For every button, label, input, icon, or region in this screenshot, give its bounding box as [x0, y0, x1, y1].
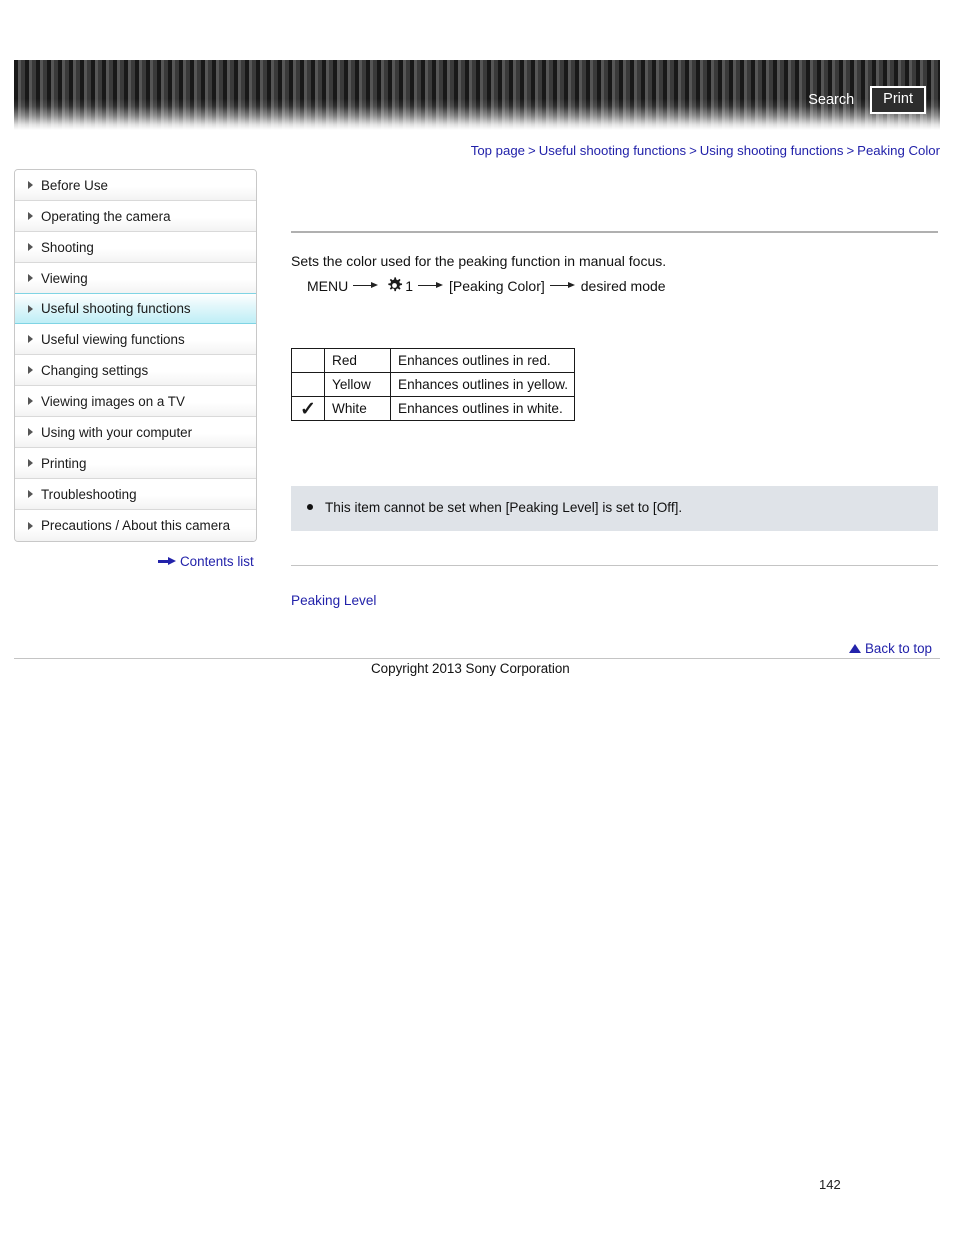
sidebar-item-useful-shooting-functions[interactable]: Useful shooting functions: [15, 293, 256, 324]
note-text: This item cannot be set when [Peaking Le…: [325, 500, 683, 515]
chevron-right-icon: [28, 335, 33, 343]
table-row: ✓ White Enhances outlines in white.: [291, 396, 576, 421]
header-stripe-pattern: [14, 60, 940, 130]
chevron-right-icon: [28, 521, 33, 530]
sidebar-item-shooting[interactable]: Shooting: [15, 232, 256, 263]
sidebar-navigation: Before Use Operating the camera Shooting…: [14, 169, 257, 542]
sidebar-item-label: Troubleshooting: [41, 486, 137, 502]
chevron-right-icon: [28, 243, 33, 251]
chevron-right-icon: [28, 490, 33, 498]
sidebar-item-label: Using with your computer: [41, 424, 193, 440]
option-description: Enhances outlines in red.: [389, 348, 576, 373]
option-name: Red: [324, 348, 391, 373]
chevron-right-icon: [28, 366, 33, 374]
search-link[interactable]: Search: [806, 91, 856, 110]
chevron-right-icon: [28, 459, 33, 467]
breadcrumb-separator: >: [689, 143, 697, 158]
related-link-peaking-level[interactable]: Peaking Level: [291, 593, 376, 608]
chevron-right-icon: [28, 274, 33, 282]
page-number: 142: [819, 1177, 841, 1192]
breadcrumb-separator: >: [846, 143, 855, 158]
intro-paragraph: Sets the color used for the peaking func…: [291, 253, 667, 269]
sidebar-item-label: Useful viewing functions: [41, 331, 185, 347]
content-divider-bottom: [291, 565, 938, 566]
menu-path: MENU 1 [Peaking Color] desired mode: [307, 277, 666, 294]
menu-result-label: desired mode: [580, 277, 666, 294]
sidebar-item-label: Shooting: [41, 239, 94, 255]
back-to-top-link[interactable]: Back to top: [849, 641, 932, 656]
option-name: White: [324, 396, 391, 421]
gear-icon: [388, 277, 403, 292]
copyright-text: Copyright 2013 Sony Corporation: [371, 661, 570, 676]
breadcrumb-item-peaking-color: Peaking Color: [857, 143, 940, 158]
right-arrow-icon: [549, 281, 576, 291]
chevron-right-icon: [28, 397, 33, 405]
chevron-right-icon: [28, 212, 33, 220]
note-box: This item cannot be set when [Peaking Le…: [291, 486, 938, 531]
header-actions: Search Print: [806, 86, 926, 114]
sidebar-item-precautions-about-this-camera[interactable]: Precautions / About this camera: [15, 510, 256, 541]
sidebar-item-operating-the-camera[interactable]: Operating the camera: [15, 201, 256, 232]
selection-cell: ✓: [291, 396, 325, 421]
sidebar-item-viewing[interactable]: Viewing: [15, 263, 256, 294]
menu-label: MENU: [307, 277, 349, 294]
right-arrow-icon: [158, 557, 176, 566]
menu-page-number: 1: [405, 277, 414, 294]
sidebar-item-useful-viewing-functions[interactable]: Useful viewing functions: [15, 324, 256, 355]
menu-setting-label: [Peaking Color]: [449, 277, 545, 294]
sidebar-item-printing[interactable]: Printing: [15, 448, 256, 479]
breadcrumb-separator: >: [528, 143, 536, 158]
footer-divider: [14, 658, 940, 659]
selection-cell: [291, 372, 325, 397]
sidebar-item-troubleshooting[interactable]: Troubleshooting: [15, 479, 256, 510]
sidebar-item-label: Viewing: [41, 270, 88, 286]
right-arrow-icon: [418, 281, 444, 291]
chevron-right-icon: [28, 304, 33, 313]
sidebar-item-before-use[interactable]: Before Use: [15, 170, 256, 201]
site-header-banner: Search Print: [14, 60, 940, 130]
chevron-right-icon: [28, 181, 33, 189]
option-description: Enhances outlines in white.: [389, 396, 576, 421]
sidebar-item-label: Viewing images on a TV: [41, 393, 185, 409]
breadcrumb-item-useful-shooting-functions[interactable]: Useful shooting functions: [539, 143, 686, 158]
option-name: Yellow: [324, 372, 391, 397]
note-text-row: This item cannot be set when [Peaking Le…: [307, 500, 682, 515]
table-row: Yellow Enhances outlines in yellow.: [291, 372, 576, 397]
sidebar-item-changing-settings[interactable]: Changing settings: [15, 355, 256, 386]
contents-list-link[interactable]: Contents list: [158, 554, 254, 569]
contents-list-label: Contents list: [180, 554, 254, 569]
back-to-top-label: Back to top: [865, 641, 932, 656]
table-row: Red Enhances outlines in red.: [291, 348, 576, 373]
sidebar-item-label: Precautions / About this camera: [41, 518, 231, 533]
sidebar-item-viewing-images-on-a-tv[interactable]: Viewing images on a TV: [15, 386, 256, 417]
print-button[interactable]: Print: [870, 86, 926, 114]
sidebar-item-label: Operating the camera: [41, 208, 171, 224]
triangle-up-icon: [849, 644, 861, 653]
option-description: Enhances outlines in yellow.: [389, 372, 576, 397]
check-icon: ✓: [300, 399, 316, 420]
bullet-icon: [307, 504, 313, 510]
sidebar-item-label: Printing: [41, 455, 87, 471]
chevron-right-icon: [28, 428, 33, 436]
right-arrow-icon: [353, 281, 379, 291]
sidebar-item-label: Before Use: [41, 177, 108, 193]
breadcrumb-item-top-page[interactable]: Top page: [471, 143, 525, 158]
peaking-color-options-table: Red Enhances outlines in red. Yellow Enh…: [291, 348, 576, 421]
breadcrumb: Top page > Useful shooting functions > Using…: [471, 143, 940, 158]
sidebar-item-label: Changing settings: [41, 362, 149, 378]
breadcrumb-item-using-shooting-functions[interactable]: Using shooting functions: [700, 143, 844, 158]
sidebar-item-using-with-your-computer[interactable]: Using with your computer: [15, 417, 256, 448]
content-divider-top: [291, 231, 938, 233]
sidebar-item-label: Useful shooting functions: [41, 301, 191, 316]
selection-cell: [291, 348, 325, 373]
